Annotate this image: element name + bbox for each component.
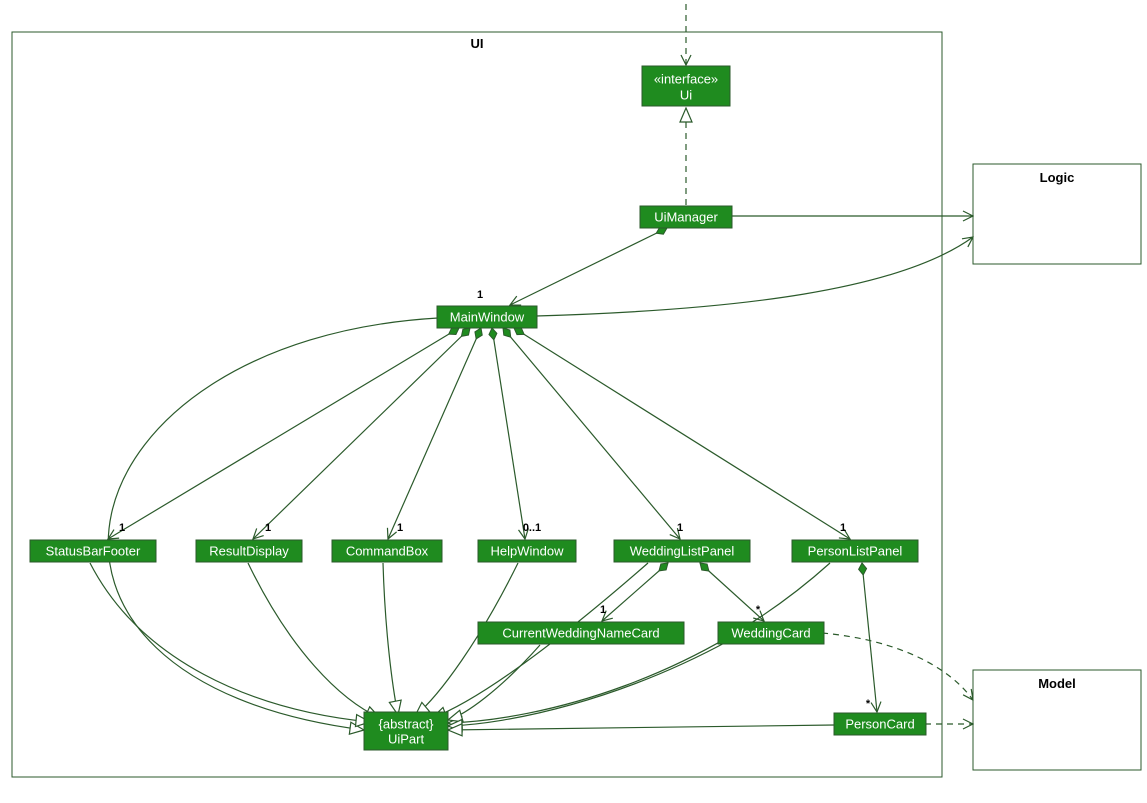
svg-text:CommandBox: CommandBox	[346, 543, 429, 558]
svg-text:StatusBarFooter: StatusBarFooter	[46, 543, 141, 558]
node-ui-interface: «interface» Ui	[642, 66, 730, 106]
package-model-title: Model	[1038, 676, 1076, 691]
mult-mainwindow: 1	[477, 289, 483, 301]
svg-text:PersonCard: PersonCard	[845, 716, 914, 731]
svg-text:PersonListPanel: PersonListPanel	[808, 543, 903, 558]
node-weddingcard: WeddingCard	[718, 622, 824, 644]
node-uimanager: UiManager	[640, 206, 732, 228]
svg-text:UiPart: UiPart	[388, 731, 425, 746]
svg-text:MainWindow: MainWindow	[450, 309, 525, 324]
package-ui	[12, 32, 942, 777]
node-weddinglistpanel: WeddingListPanel	[614, 540, 750, 562]
node-commandbox: CommandBox	[332, 540, 442, 562]
mult-personcard: *	[866, 698, 871, 710]
mult-statusbarfooter: 1	[119, 522, 125, 534]
mult-commandbox: 1	[397, 522, 403, 534]
mult-weddingcard: *	[756, 604, 761, 616]
svg-text:HelpWindow: HelpWindow	[491, 543, 565, 558]
node-currentweddingnamecard: CurrentWeddingNameCard	[478, 622, 684, 644]
svg-text:UiManager: UiManager	[654, 209, 718, 224]
node-personcard: PersonCard	[834, 713, 926, 735]
svg-text:WeddingCard: WeddingCard	[731, 625, 810, 640]
svg-text:ResultDisplay: ResultDisplay	[209, 543, 289, 558]
node-helpwindow: HelpWindow	[478, 540, 576, 562]
node-uipart: {abstract} UiPart	[364, 712, 448, 750]
node-resultdisplay: ResultDisplay	[196, 540, 302, 562]
svg-text:{abstract}: {abstract}	[379, 716, 435, 731]
svg-text:WeddingListPanel: WeddingListPanel	[630, 543, 735, 558]
svg-text:«interface»: «interface»	[654, 71, 718, 86]
node-statusbarfooter: StatusBarFooter	[30, 540, 156, 562]
mult-currentweddingnamecard: 1	[600, 604, 606, 616]
mult-personlistpanel: 1	[840, 522, 846, 534]
mult-weddinglistpanel: 1	[677, 522, 683, 534]
package-logic-title: Logic	[1040, 170, 1075, 185]
node-mainwindow: MainWindow	[437, 306, 537, 328]
svg-text:Ui: Ui	[680, 87, 692, 102]
mult-resultdisplay: 1	[265, 522, 271, 534]
node-personlistpanel: PersonListPanel	[792, 540, 918, 562]
package-ui-title: UI	[471, 36, 484, 51]
svg-text:CurrentWeddingNameCard: CurrentWeddingNameCard	[502, 625, 659, 640]
mult-helpwindow: 0..1	[523, 522, 541, 534]
